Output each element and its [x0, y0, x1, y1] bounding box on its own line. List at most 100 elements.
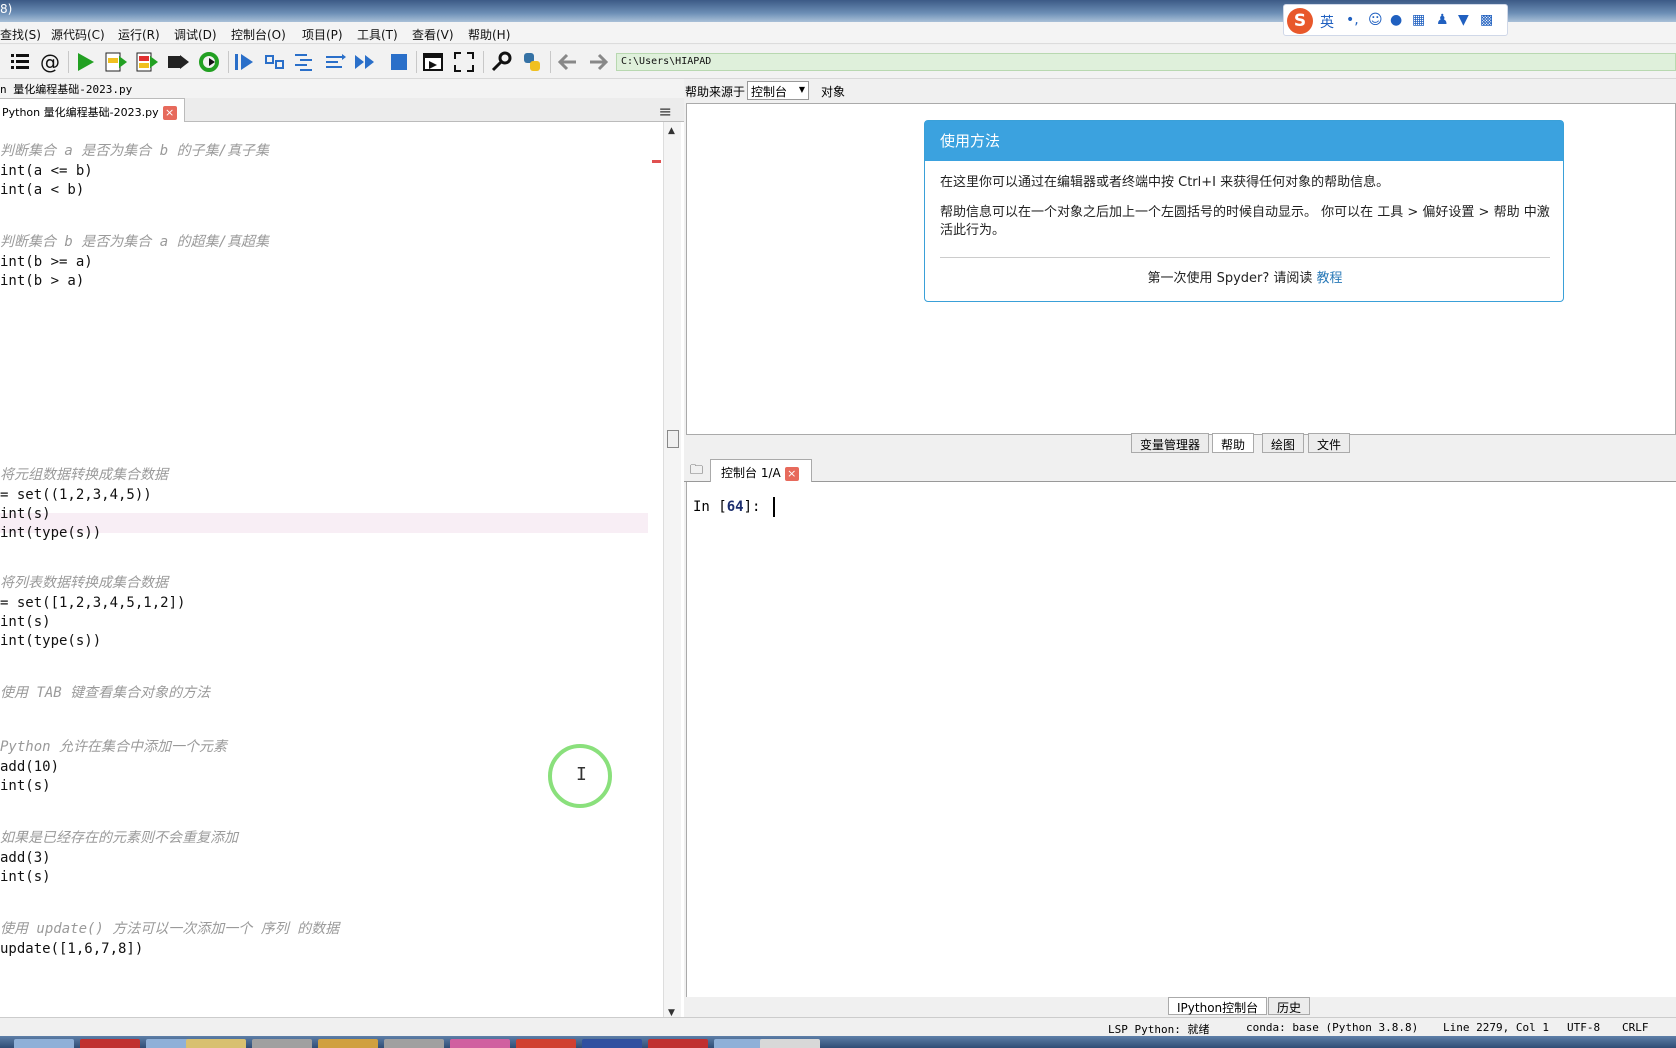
error-marker	[652, 160, 661, 163]
editor-scrollbar[interactable]: ▲ ▼	[663, 122, 681, 1021]
ime-keyboard-icon[interactable]: ▦	[1412, 12, 1425, 28]
maximize-pane-icon[interactable]	[421, 50, 445, 74]
chevron-down-icon: ▼	[798, 85, 805, 94]
taskbar-button[interactable]	[186, 1039, 246, 1048]
ime-user-icon[interactable]: ♟	[1436, 12, 1449, 28]
step-into-icon[interactable]	[292, 50, 316, 74]
run-selection-icon[interactable]	[166, 50, 190, 74]
scrollbar-thumb[interactable]	[667, 430, 679, 448]
tab-files[interactable]: 文件	[1308, 433, 1351, 453]
editor-file-breadcrumb: n 量化编程基础-2023.py	[0, 79, 684, 98]
taskbar-button[interactable]	[14, 1039, 74, 1048]
debug-icon[interactable]	[232, 50, 256, 74]
scroll-up-icon[interactable]: ▲	[668, 126, 675, 136]
usage-card-title: 使用方法	[925, 121, 1563, 161]
toolbar-separator	[550, 51, 551, 73]
usage-paragraph-1: 在这里你可以通过在编辑器或者终端中按 Ctrl+I 来获得任何对象的帮助信息。	[940, 175, 1390, 190]
stop-icon[interactable]	[387, 50, 411, 74]
ime-mic-icon[interactable]: ●	[1390, 12, 1402, 28]
run-cell-advance-icon[interactable]	[135, 50, 159, 74]
tab-ipython-console[interactable]: IPython控制台	[1168, 997, 1268, 1015]
code-comment-line: 判断集合 b 是否为集合 a 的超集/真超集	[0, 234, 270, 250]
fullscreen-icon[interactable]	[452, 50, 476, 74]
menu-project[interactable]: 项目(P)	[302, 26, 343, 43]
run-cell-icon[interactable]	[104, 50, 128, 74]
menu-tools[interactable]: 工具(T)	[357, 26, 398, 43]
at-symbol-icon[interactable]: @	[38, 50, 62, 74]
tab-plots[interactable]: 绘图	[1262, 433, 1305, 453]
code-comment-line: 判断集合 a 是否为集合 b 的子集/真子集	[0, 143, 270, 159]
ipython-console[interactable]: In [64]:	[686, 482, 1676, 997]
forward-arrow-icon[interactable]	[586, 50, 610, 74]
menu-debug[interactable]: 调试(D)	[174, 26, 217, 43]
code-comment-line: 将元组数据转换成集合数据	[0, 467, 168, 483]
ime-emoji-icon[interactable]: ☺	[1368, 12, 1383, 28]
code-comment-line: 使用 TAB 键查看集合对象的方法	[0, 685, 211, 701]
tab-help[interactable]: 帮助	[1212, 433, 1255, 453]
help-source-select[interactable]: 控制台 ▼	[747, 81, 809, 100]
code-line: int(s)	[0, 869, 51, 885]
ime-lang-toggle[interactable]: 英	[1320, 12, 1334, 32]
tab-history[interactable]: 历史	[1268, 997, 1311, 1015]
menu-help[interactable]: 帮助(H)	[468, 26, 510, 43]
sogou-logo-icon[interactable]: S	[1287, 8, 1313, 34]
taskbar-button[interactable]	[760, 1039, 820, 1048]
options-menu-icon[interactable]: ≡	[659, 102, 672, 121]
python-path-icon[interactable]	[520, 50, 544, 74]
status-bar: LSP Python: 就绪 conda: base (Python 3.8.8…	[0, 1017, 1676, 1036]
help-source-value: 控制台	[751, 85, 788, 99]
ime-punct-toggle[interactable]: •,	[1346, 12, 1359, 28]
console-tab[interactable]: 控制台 1/A ×	[710, 459, 812, 482]
taskbar-button[interactable]	[80, 1039, 140, 1048]
taskbar-button[interactable]	[318, 1039, 378, 1048]
menu-console[interactable]: 控制台(O)	[231, 26, 286, 43]
close-icon[interactable]: ×	[784, 466, 799, 481]
run-icon[interactable]	[73, 50, 97, 74]
step-return-icon[interactable]	[323, 50, 347, 74]
rerun-icon[interactable]	[197, 50, 221, 74]
code-line: = set([1,2,3,4,5,1,2])	[0, 595, 186, 611]
tab-variable-explorer[interactable]: 变量管理器	[1131, 433, 1210, 453]
taskbar-button[interactable]	[384, 1039, 444, 1048]
code-line: int(type(s))	[0, 633, 102, 649]
step-icon[interactable]	[263, 50, 287, 74]
folder-icon[interactable]: 🗀	[690, 461, 703, 483]
taskbar-button[interactable]	[648, 1039, 708, 1048]
code-line: int(b > a)	[0, 273, 85, 289]
menu-search[interactable]: 查找(S)	[0, 26, 41, 43]
code-comment-line: 使用 update() 方法可以一次添加一个 序列 的数据	[0, 921, 340, 937]
taskbar-button[interactable]	[450, 1039, 510, 1048]
code-line: int(s)	[0, 614, 51, 630]
file-encoding: UTF-8	[1567, 1021, 1601, 1034]
working-directory-input[interactable]: C:\Users\HIAPAD	[616, 53, 1676, 71]
toolbar-separator	[483, 51, 484, 73]
editor-tab[interactable]: Python 量化编程基础-2023.py ×	[0, 98, 185, 122]
code-line: int(b >= a)	[0, 254, 93, 270]
console-tab-bar: 🗀 控制台 1/A ×	[684, 456, 1676, 482]
back-arrow-icon[interactable]	[556, 50, 580, 74]
menu-run[interactable]: 运行(R)	[118, 26, 160, 43]
tutorial-link[interactable]: 教程	[1317, 271, 1343, 286]
code-comment-line: 将列表数据转换成集合数据	[0, 575, 168, 591]
code-line: add(10)	[0, 759, 60, 775]
conda-status: conda: base (Python 3.8.8)	[1246, 1021, 1419, 1034]
editor-tab-bar: Python 量化编程基础-2023.py × ≡	[0, 98, 684, 122]
console-prompt: In [64]:	[693, 499, 769, 515]
continue-icon[interactable]	[353, 50, 377, 74]
taskbar-button[interactable]	[252, 1039, 312, 1048]
menu-view[interactable]: 查看(V)	[412, 26, 454, 43]
taskbar-button[interactable]	[582, 1039, 642, 1048]
code-line: int(s)	[0, 778, 51, 794]
code-editor[interactable]: 判断集合 a 是否为集合 b 的子集/真子集 int(a <= b) int(a <…	[0, 122, 651, 1021]
outline-list-icon[interactable]	[8, 50, 32, 74]
close-icon[interactable]: ×	[162, 106, 177, 120]
first-use-text: 第一次使用 Spyder? 请阅读	[1147, 271, 1313, 286]
ime-skin-icon[interactable]: ▼	[1458, 12, 1469, 28]
ime-apps-icon[interactable]: ▩	[1480, 12, 1493, 28]
menu-source[interactable]: 源代码(C)	[51, 26, 105, 43]
console-tab-label: 控制台 1/A	[721, 466, 781, 480]
help-source-bar: 帮助来源于 控制台 ▼ 对象	[684, 79, 1676, 103]
preferences-wrench-icon[interactable]	[489, 50, 513, 74]
editor-tab-label: Python 量化编程基础-2023.py	[2, 106, 159, 119]
taskbar-button[interactable]	[516, 1039, 576, 1048]
